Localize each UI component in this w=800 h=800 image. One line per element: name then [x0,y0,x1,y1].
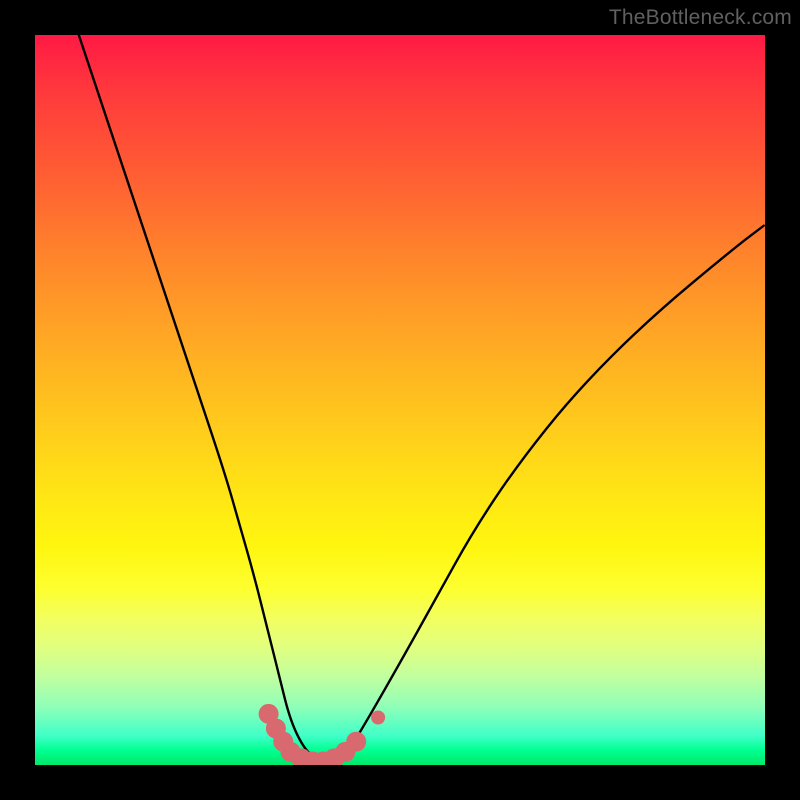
curve-marker [346,732,366,752]
curve-line [79,35,765,761]
plot-area [35,35,765,765]
bottleneck-curve [35,35,765,765]
watermark-text: TheBottleneck.com [609,6,792,30]
curve-marker [371,711,385,725]
chart-frame: TheBottleneck.com [0,0,800,800]
curve-markers [259,704,386,765]
